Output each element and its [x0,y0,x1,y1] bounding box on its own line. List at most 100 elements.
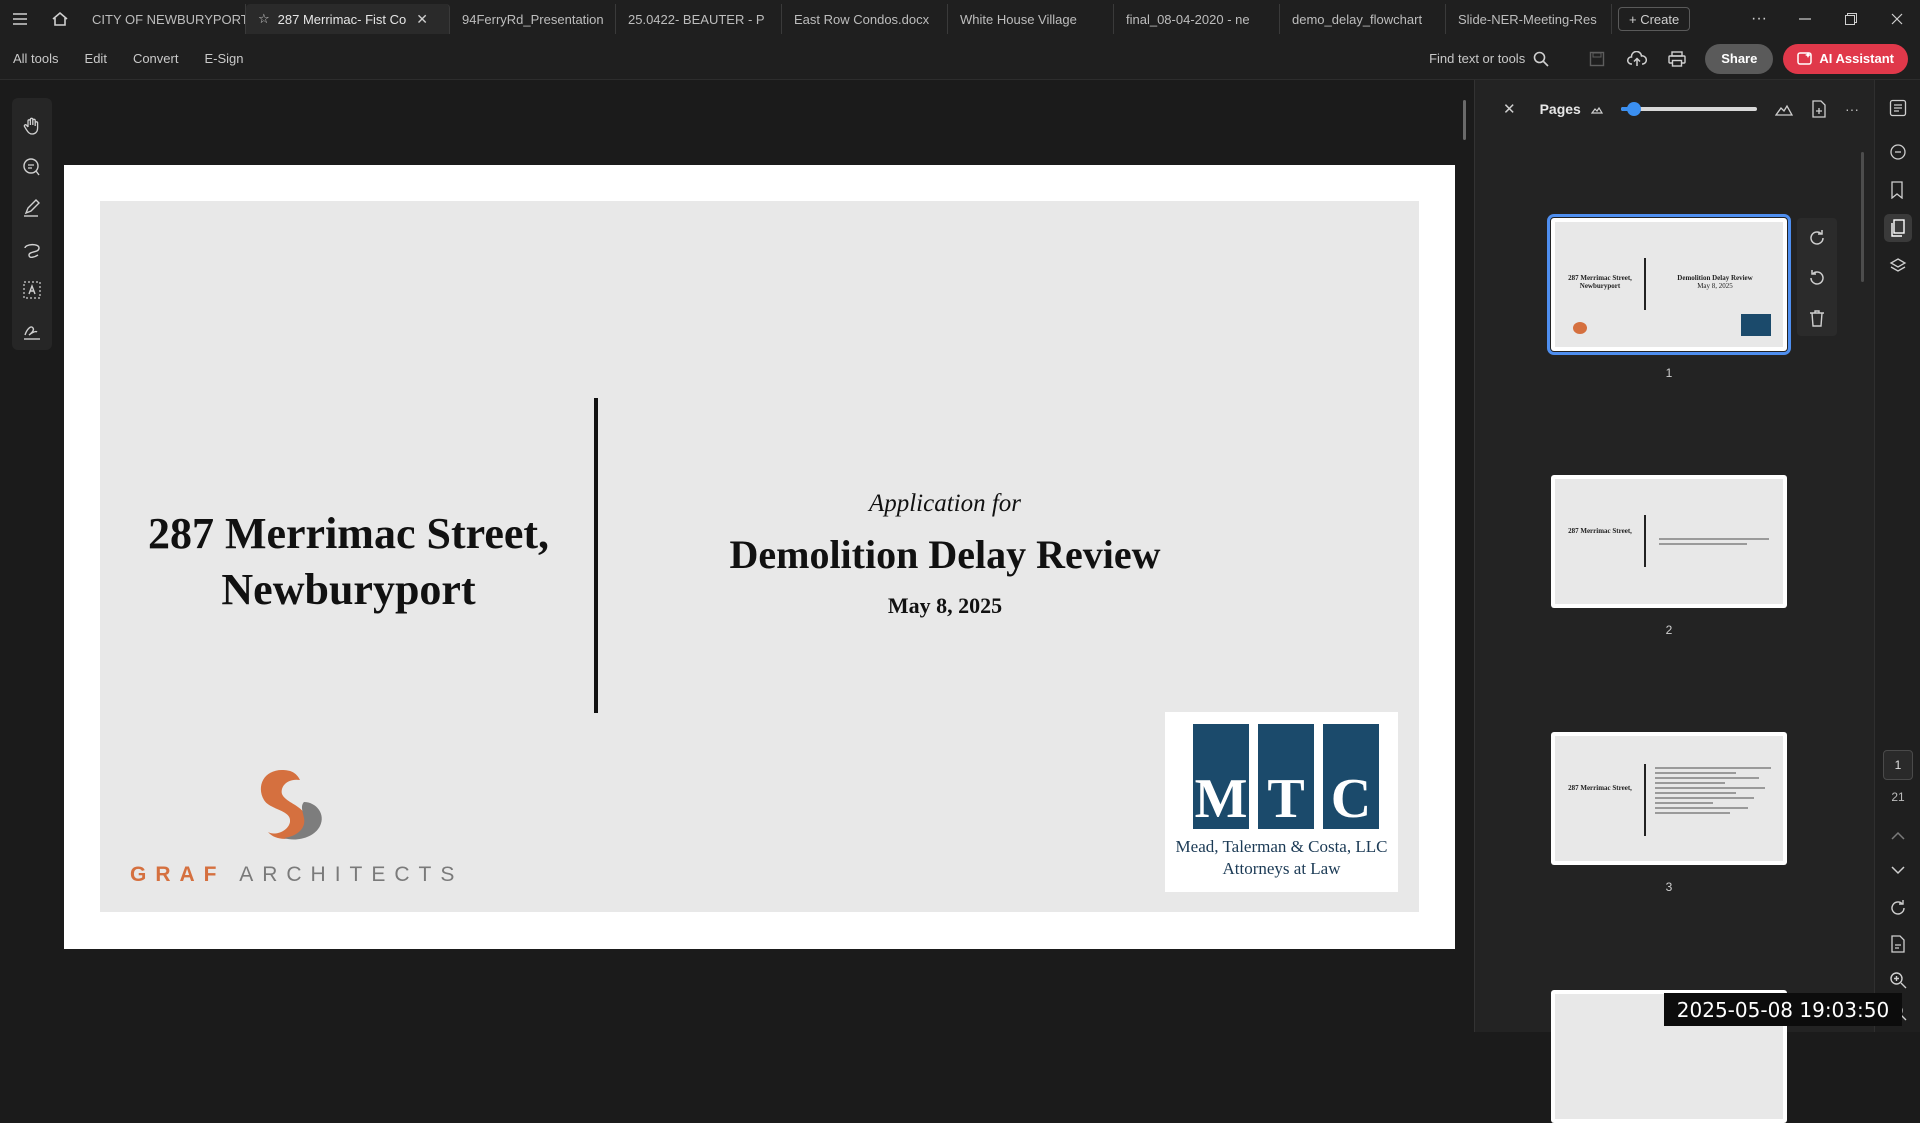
ai-assistant-icon [1797,51,1813,67]
slider-knob[interactable] [1627,102,1642,116]
graf-architects-wordmark: GRAF ARCHITECTS [130,863,463,887]
mtc-law-firm-logo: M T C Mead, Talerman & Costa, LLC Attorn… [1165,712,1398,892]
pdf-page[interactable]: 287 Merrimac Street, Newburyport Applica… [64,165,1455,949]
restore-icon[interactable] [1828,2,1874,36]
highlight-pen-icon[interactable] [18,194,46,222]
graf-architects-logo: GRAF ARCHITECTS [130,766,470,896]
search-icon [1533,51,1549,67]
thumb-title: Demolition Delay Review [1677,274,1753,282]
tab-94-ferry-rd[interactable]: 94FerryRd_Presentation [450,4,616,34]
print-icon[interactable] [1662,44,1692,74]
menu-bar: All tools Edit Convert E-Sign Find text … [0,38,1920,80]
page-thumbnail-2[interactable]: 287 Merrimac Street, [1551,475,1787,608]
menu-all-tools[interactable]: All tools [0,51,72,66]
find-text-or-tools[interactable]: Find text or tools [1429,51,1549,67]
save-icon[interactable] [1582,44,1612,74]
comment-icon[interactable] [18,153,46,181]
menu-e-sign[interactable]: E-Sign [191,51,256,66]
thumbnail-text-lines [1659,535,1769,548]
star-icon[interactable]: ☆ [258,11,270,27]
graf-logo-mark [248,766,338,846]
close-window-icon[interactable] [1874,2,1920,36]
layers-icon[interactable] [1884,252,1912,280]
tab-demo-delay-flowchart[interactable]: demo_delay_flowchart [1280,4,1446,34]
thumbnail-text-lines [1655,764,1771,817]
document-properties-icon[interactable] [1884,930,1912,958]
create-tab-button[interactable]: + Create [1618,7,1691,31]
tab-label: CITY OF NEWBURYPORT [92,11,246,27]
home-icon[interactable] [40,0,80,38]
mtc-firm-name: Mead, Talerman & Costa, LLC Attorneys at… [1165,836,1398,880]
delete-page-icon[interactable] [1805,306,1829,330]
tab-label: 94FerryRd_Presentation [462,11,604,27]
menu-edit[interactable]: Edit [72,51,120,66]
minimize-icon[interactable] [1782,2,1828,36]
document-scrollbar[interactable] [1463,100,1466,140]
mtc-letter-t: T [1258,724,1314,829]
thumb-address-1: 287 Merrimac Street, [1568,274,1632,282]
text-select-icon[interactable] [18,276,46,304]
thumbnail-zoom-in-icon[interactable] [1775,102,1793,116]
ai-assistant-button[interactable]: AI Assistant [1783,43,1908,74]
thumbnail-divider [1644,258,1646,310]
thumbnail-size-slider[interactable] [1620,102,1757,116]
page-number-3: 3 [1665,880,1673,894]
thumb-mtc-logo [1741,314,1771,336]
next-page-icon[interactable] [1884,856,1912,884]
slide-application-for: Application for [868,490,1022,517]
organize-pages-icon[interactable] [1884,94,1912,122]
slide-title: Demolition Delay Review [729,532,1161,577]
total-pages-label: 21 [1891,790,1905,804]
tab-287-merrimac[interactable]: ☆ 287 Merrimac- Fist Co ✕ [246,4,450,34]
tab-label: White House Village [960,11,1077,27]
more-options-icon[interactable]: ··· [1736,2,1782,36]
pages-thumbnails-icon[interactable] [1884,214,1912,242]
mtc-letter-boxes: M T C [1193,724,1379,829]
close-panel-icon[interactable]: ✕ [1503,100,1516,118]
mtc-name-line-1: Mead, Talerman & Costa, LLC [1175,837,1388,856]
menu-convert[interactable]: Convert [120,51,192,66]
rotate-counterclockwise-icon[interactable] [1805,266,1829,290]
tab-label: 25.0422- BEAUTER - P [628,11,765,27]
signature-icon[interactable] [18,317,46,345]
page-thumbnail-3[interactable]: 287 Merrimac Street, [1551,732,1787,865]
rotate-clockwise-icon[interactable] [1805,226,1829,250]
hand-tool-icon[interactable] [18,112,46,140]
draw-freeform-icon[interactable] [18,235,46,263]
mtc-letter-c: C [1323,724,1379,829]
window-controls: ··· [1736,0,1920,38]
insert-page-icon[interactable] [1811,100,1827,118]
graf-wordmark-part1: GRAF [130,863,226,886]
current-page-input[interactable]: 1 [1883,750,1913,780]
bookmarks-icon[interactable] [1884,176,1912,204]
video-timestamp-overlay: 2025-05-08 19:03:50 [1664,993,1902,1026]
tab-final-08-04-2020[interactable]: final_08-04-2020 - ne [1114,4,1280,34]
panel-more-icon[interactable]: ··· [1845,101,1859,117]
thumbnail-divider [1644,515,1646,567]
tab-beauter[interactable]: 25.0422- BEAUTER - P [616,4,782,34]
thumbnail-zoom-out-icon[interactable] [1590,104,1603,114]
pages-panel-scrollbar[interactable] [1861,152,1864,282]
tab-east-row-condos[interactable]: East Row Condos.docx [782,4,948,34]
zoom-in-icon[interactable] [1884,966,1912,994]
pages-panel-header: ✕ Pages ··· [1475,80,1859,138]
tab-label: demo_delay_flowchart [1292,11,1423,27]
hamburger-menu-icon[interactable] [0,0,40,38]
thumbnail-actions [1797,218,1837,336]
page-thumbnail-1[interactable]: 287 Merrimac Street, Newburyport Demolit… [1547,214,1791,355]
tab-white-house-village[interactable]: White House Village [948,4,1114,34]
right-tool-rail: 1 21 [1874,80,1920,1032]
comments-panel-icon[interactable] [1884,138,1912,166]
slide-content: 287 Merrimac Street, Newburyport Applica… [100,201,1419,912]
graf-wordmark-part2: ARCHITECTS [239,863,464,886]
thumb-graf-logo [1573,322,1587,334]
tab-label: 287 Merrimac- Fist Co [277,11,407,27]
cloud-upload-icon[interactable] [1622,44,1652,74]
previous-page-icon[interactable] [1884,822,1912,850]
tab-city-of-newburyport[interactable]: CITY OF NEWBURYPORT [80,4,246,34]
share-button[interactable]: Share [1705,43,1774,74]
close-tab-icon[interactable]: ✕ [416,11,428,28]
tab-slide-ner-meeting[interactable]: Slide-NER-Meeting-Res [1446,4,1612,34]
tab-label: Slide-NER-Meeting-Res [1458,11,1597,27]
refresh-icon[interactable] [1884,894,1912,922]
